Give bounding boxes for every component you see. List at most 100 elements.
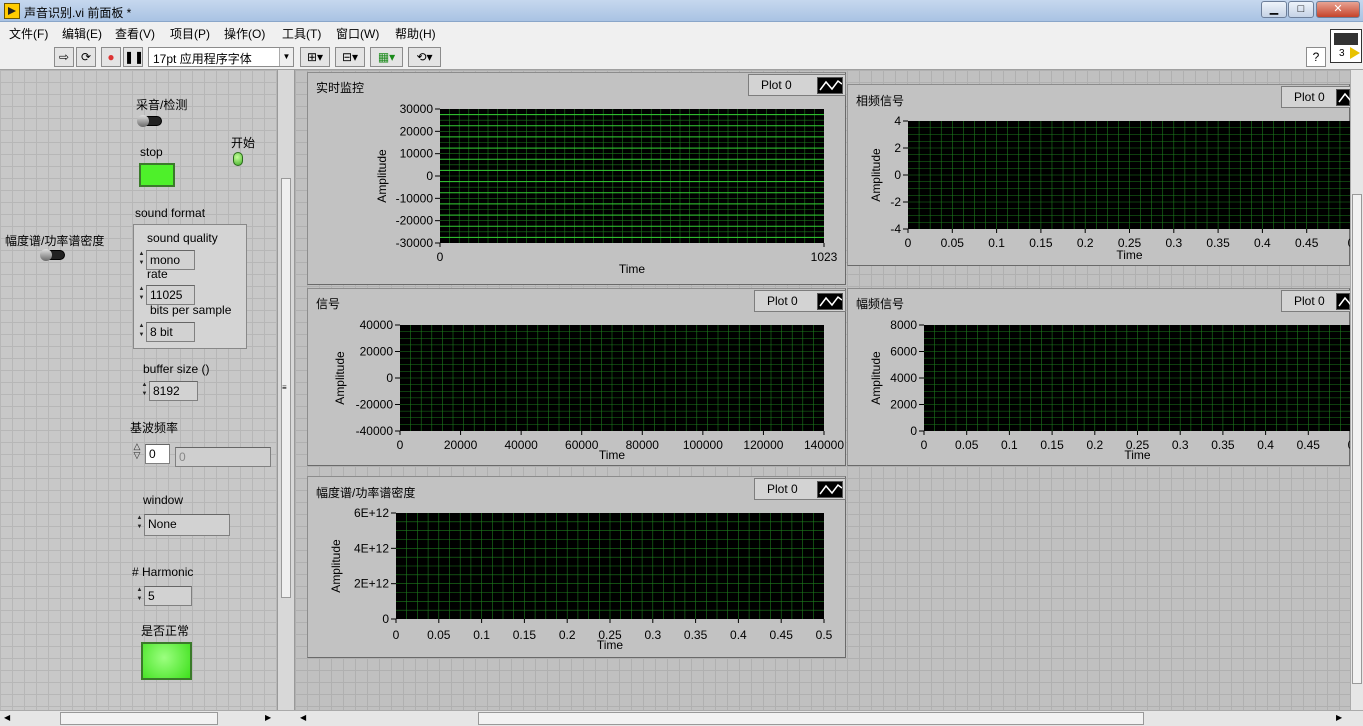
x-tick-label: 0.4 [1257, 438, 1274, 452]
buffer-size-spinner[interactable]: ▲ ▼ [141, 381, 148, 401]
buffer-size-label: buffer size () [143, 362, 210, 376]
x-tick-label: 20000 [444, 438, 478, 452]
menu-help[interactable]: 帮助(H) [395, 25, 436, 42]
fundamental-frequency-field[interactable]: 0 [145, 444, 170, 464]
y-tick-label: 6000 [890, 345, 917, 359]
x-tick-label: 0.1 [1001, 438, 1018, 452]
align-icon: ⊞▾ [306, 50, 324, 64]
graph-magnitude[interactable]: 幅频信号 Plot 0 8000 6000 4000 2000 0 0 0.05 0.1 0.1… [847, 288, 1362, 466]
y-tick-label: -30000 [396, 236, 434, 250]
x-tick-label: 0.4 [730, 628, 747, 642]
y-tick-label: 20000 [400, 124, 434, 138]
chevron-down-icon: ▼ [279, 48, 293, 66]
main-pane-hscroll-thumb[interactable] [478, 712, 1144, 725]
run-continuously-button[interactable]: ⟳ [76, 47, 96, 67]
maximize-button[interactable]: □ [1288, 1, 1314, 18]
y-tick-label: 4000 [890, 371, 917, 385]
fundamental-frequency-label: 基波频率 [130, 421, 179, 435]
y-tick-label: 4 [894, 114, 901, 128]
menu-view[interactable]: 查看(V) [115, 25, 155, 42]
menu-edit[interactable]: 编辑(E) [62, 25, 102, 42]
menu-window[interactable]: 窗口(W) [336, 25, 379, 42]
x-tick-label: 0.3 [1165, 236, 1182, 250]
abort-button[interactable]: ● [101, 47, 121, 67]
normal-status-label: 是否正常 [141, 624, 190, 638]
pane-splitter[interactable]: ≡ [277, 70, 295, 710]
window-label: window [143, 493, 184, 507]
x-tick-label: 0 [905, 236, 912, 250]
x-tick-label: 0.2 [559, 628, 576, 642]
vertical-scroll-thumb[interactable] [1352, 194, 1362, 684]
minimize-button[interactable]: ▁ [1261, 1, 1287, 18]
y-tick-label: 2 [894, 141, 901, 155]
spectrum-switch[interactable] [40, 249, 65, 261]
vi-connector-icon[interactable]: 3 [1330, 29, 1362, 63]
sound-quality-ring-spinner[interactable]: ▲ ▼ [138, 250, 145, 270]
buffer-size-field[interactable]: 8192 [149, 381, 198, 401]
resize-objects-button[interactable]: ▦▾ [370, 47, 403, 67]
x-tick-label: 0.1 [473, 628, 490, 642]
normal-status-led [141, 642, 192, 680]
harmonic-field[interactable]: 5 [144, 586, 192, 606]
close-button[interactable]: ✕ [1316, 1, 1360, 18]
pause-button[interactable]: ❚❚ [123, 47, 144, 67]
graph-phase[interactable]: 相频信号 Plot 0 4 2 0 -2 -4 0 0.05 0.1 0.15 0.2 0.25 0.… [847, 84, 1362, 266]
y-tick-label: 8000 [890, 318, 917, 332]
y-tick-label: 40000 [360, 318, 394, 332]
rate-spinner[interactable]: ▲ ▼ [138, 285, 145, 305]
fundamental-frequency-spinner[interactable]: △ ▽ [130, 442, 144, 462]
x-tick-label: 140000 [804, 438, 844, 452]
x-tick-label: 0.05 [955, 438, 979, 452]
window-select[interactable]: None [144, 514, 230, 536]
graph-spectrum[interactable]: 幅度谱/功率谱密度 Plot 0 6E+12 4E+12 2E+12 0 0 0.05 0.… [307, 476, 846, 658]
acquire-detect-switch[interactable] [137, 115, 162, 127]
y-tick-label: -2 [890, 195, 901, 209]
x-axis-label: Time [1124, 448, 1151, 462]
menu-bar: 文件(F) 编辑(E) 查看(V) 项目(P) 操作(O) 工具(T) 窗口(W… [0, 22, 1363, 44]
rate-field[interactable]: 11025 [146, 285, 195, 305]
graph-plot-area: 800060004000200000 0.05 0.1 0.15 0.2 0.25 0.3 0… [869, 318, 1351, 462]
scroll-right-icon[interactable]: ▶ [265, 713, 271, 722]
run-arrow-icon: ⇨ [58, 50, 70, 64]
scroll-left-icon[interactable]: ◀ [4, 713, 10, 722]
scroll-left-icon[interactable]: ◀ [300, 713, 306, 722]
menu-project[interactable]: 项目(P) [170, 25, 210, 42]
bits-per-sample-value[interactable]: 8 bit [146, 322, 195, 342]
y-tick-label: 30000 [400, 102, 434, 116]
x-tick-label: 0 [437, 250, 444, 264]
x-tick-label: 0.05 [427, 628, 451, 642]
stop-sign-icon: ● [107, 50, 115, 64]
graph-plot-area: 40000200000-20000-400000 20000 40000 60000 8… [333, 318, 844, 462]
rate-label: rate [147, 267, 168, 281]
vertical-scrollbar[interactable] [1350, 70, 1363, 710]
window-ring-spinner[interactable]: ▲ ▼ [136, 514, 143, 534]
harmonic-spinner[interactable]: ▲ ▼ [136, 586, 143, 606]
y-tick-label: 6E+12 [354, 506, 389, 520]
run-button[interactable]: ⇨ [54, 47, 74, 67]
bits-ring-spinner[interactable]: ▲ ▼ [138, 322, 145, 342]
left-pane-hscroll-thumb[interactable] [60, 712, 218, 725]
scroll-right-icon[interactable]: ▶ [1336, 713, 1342, 722]
menu-tools[interactable]: 工具(T) [282, 25, 321, 42]
menu-file[interactable]: 文件(F) [9, 25, 48, 42]
distribute-objects-button[interactable]: ⊟▾ [335, 47, 365, 67]
menu-operate[interactable]: 操作(O) [224, 25, 265, 42]
align-objects-button[interactable]: ⊞▾ [300, 47, 330, 67]
graph-realtime[interactable]: 实时监控 Plot 0 30000 20000 10000 0 -10000 -20000… [307, 72, 846, 285]
x-tick-label: 0.3 [644, 628, 661, 642]
sound-format-cluster: sound quality ▲ ▼ mono rate ▲ ▼ 11025 bits… [133, 224, 247, 349]
y-tick-label: -10000 [396, 191, 434, 205]
reorder-button[interactable]: ⟲▾ [408, 47, 441, 67]
y-axis-label: Amplitude [333, 351, 347, 405]
font-select[interactable]: 17pt 应用程序字体 ▼ [148, 47, 294, 67]
horizontal-scrollbar[interactable]: ◀ ▶ ◀ ▶ [0, 710, 1363, 726]
toolbar: ⇨ ⟳ ● ❚❚ 17pt 应用程序字体 ▼ ⊞▾ ⊟▾ ▦▾ ⟲▾ ? [0, 44, 1363, 70]
context-help-button[interactable]: ? [1306, 47, 1326, 67]
x-tick-label: 120000 [743, 438, 783, 452]
x-tick-label: 0 [397, 438, 404, 452]
graph-signal[interactable]: 信号 Plot 0 40000 20000 0 -20000 -40000 0 20000 4… [307, 288, 846, 466]
grip-icon: ≡ [282, 383, 287, 392]
stop-button[interactable] [139, 163, 175, 187]
vi-icon-graphic [1334, 33, 1358, 45]
x-tick-label: 0.35 [1211, 438, 1235, 452]
